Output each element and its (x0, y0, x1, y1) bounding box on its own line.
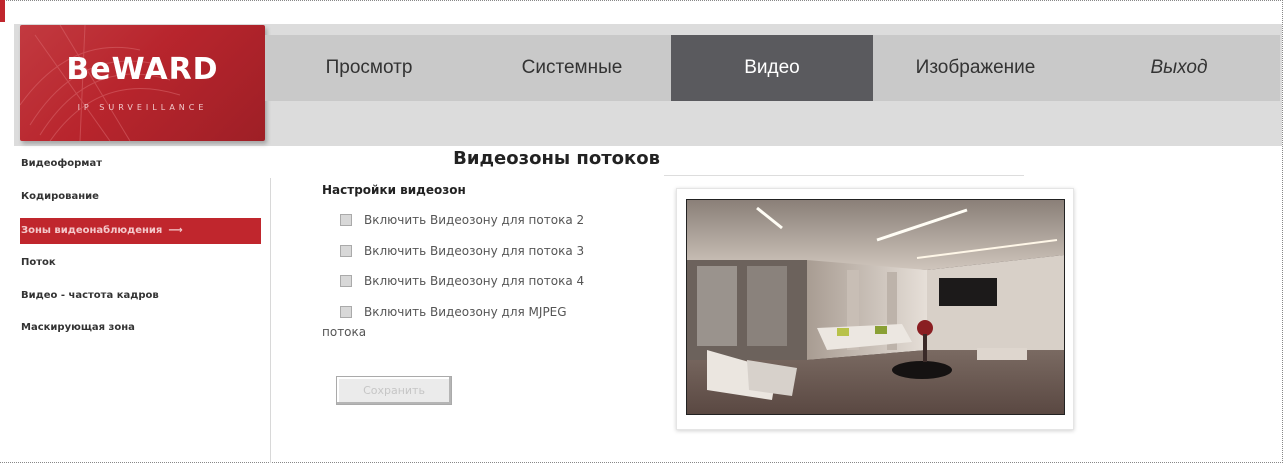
stream-2-checkbox[interactable] (340, 214, 352, 226)
sidebar-item-video-format[interactable]: Видеоформат (20, 151, 261, 177)
sidebar-item-surveillance-zones[interactable]: Зоны видеонаблюдения ⟶ (20, 218, 261, 244)
sidebar-item-label: Видеоформат (21, 158, 103, 169)
option-label: Включить Видеозону для потока 2 (364, 213, 585, 227)
video-preview-image (687, 200, 1064, 414)
sidebar-divider (270, 178, 271, 463)
stream-4-checkbox[interactable] (340, 275, 352, 287)
option-label: Включить Видеозону для потока 3 (364, 244, 585, 258)
page-title: Видеозоны потоков (453, 148, 660, 169)
sidebar: Видеоформат Кодирование Зоны видеонаблюд… (20, 148, 270, 463)
tab-view[interactable]: Просмотр (265, 35, 473, 101)
brand-logo[interactable]: BeWARD IP SURVEILLANCE (20, 25, 265, 141)
option-label: Включить Видеозону для потока 4 (364, 274, 585, 288)
option-label-continuation: потока (322, 325, 367, 339)
tab-system[interactable]: Системные (473, 35, 671, 101)
right-arrow-icon: ⟶ (168, 225, 183, 236)
main-nav: Просмотр Системные Видео Изображение Вых… (265, 35, 1280, 101)
sidebar-item-label: Зоны видеонаблюдения (21, 225, 163, 236)
sidebar-item-label: Видео - частота кадров (21, 290, 159, 301)
tab-image[interactable]: Изображение (873, 35, 1078, 101)
tab-video[interactable]: Видео (671, 35, 873, 101)
sidebar-item-label: Маскирующая зона (21, 322, 135, 333)
sidebar-item-label: Кодирование (21, 191, 99, 202)
section-label: Настройки видеозон (322, 183, 466, 197)
save-button[interactable]: Сохранить (336, 376, 452, 405)
video-preview (686, 199, 1065, 415)
tab-logout[interactable]: Выход (1078, 35, 1280, 101)
stream-3-checkbox[interactable] (340, 245, 352, 257)
logo-text: BeWARD (66, 52, 219, 87)
sidebar-item-label: Поток (21, 257, 56, 268)
corner-accent (0, 0, 5, 22)
sidebar-item-stream[interactable]: Поток (20, 250, 261, 276)
option-label: Включить Видеозону для MJPEG (364, 305, 567, 319)
title-underline (664, 175, 1024, 176)
mjpeg-checkbox[interactable] (340, 306, 352, 318)
sidebar-item-mask-zone[interactable]: Маскирующая зона (20, 315, 261, 341)
sidebar-item-frame-rate[interactable]: Видео - частота кадров (20, 283, 261, 309)
logo-subtext: IP SURVEILLANCE (77, 103, 208, 112)
sidebar-item-encoding[interactable]: Кодирование (20, 184, 261, 210)
